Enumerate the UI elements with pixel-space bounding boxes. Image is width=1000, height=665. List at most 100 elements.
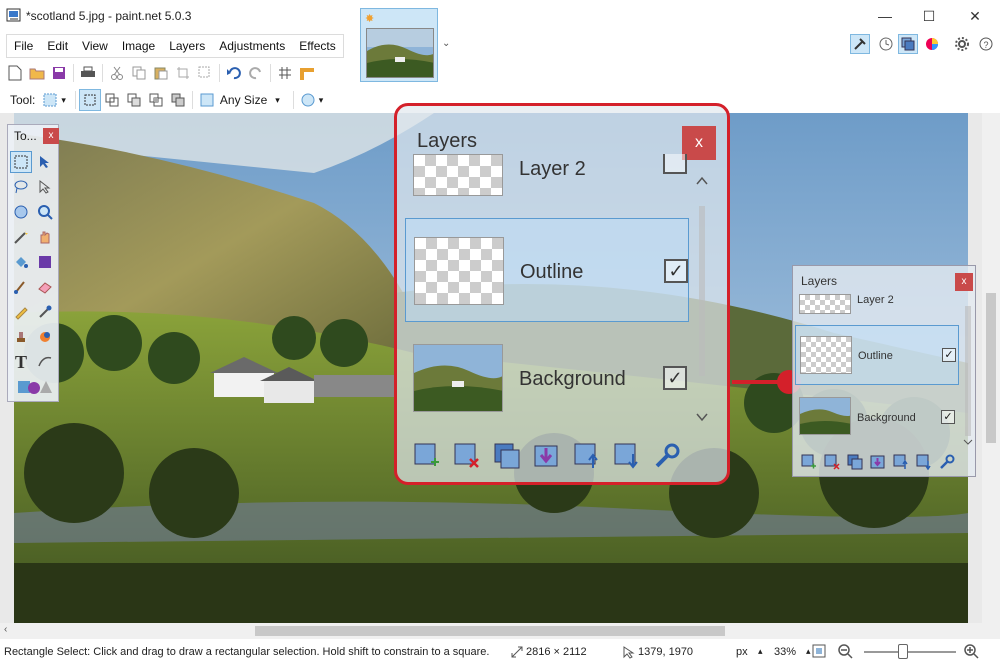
new-file-icon[interactable] — [4, 62, 26, 84]
layers-scrollbar-small[interactable] — [961, 296, 975, 450]
horizontal-scrollbar[interactable]: ‹ — [0, 623, 1000, 639]
zoom-slider-thumb[interactable] — [898, 644, 908, 659]
selection-mode-xor-icon[interactable] — [167, 89, 189, 111]
grid-icon[interactable] — [274, 62, 296, 84]
menu-view[interactable]: View — [75, 35, 115, 57]
move-layer-down-icon[interactable] — [607, 438, 647, 474]
units-select[interactable]: px — [736, 646, 748, 658]
antialias-icon[interactable] — [297, 89, 319, 111]
menu-effects[interactable]: Effects — [292, 35, 342, 57]
shapes-icon[interactable] — [14, 376, 54, 398]
horizontal-scroll-thumb[interactable] — [255, 626, 725, 636]
layer-row-outline-small[interactable]: Outline ✓ — [795, 325, 959, 385]
zoom-in-icon[interactable] — [964, 644, 980, 660]
help-icon[interactable]: ? — [976, 34, 996, 54]
paint-bucket-icon[interactable] — [10, 251, 32, 273]
zoom-slider-track[interactable] — [864, 651, 956, 653]
gradient-icon[interactable] — [34, 251, 56, 273]
add-layer-icon[interactable] — [407, 438, 447, 474]
settings-gear-icon[interactable] — [952, 34, 972, 54]
eraser-icon[interactable] — [34, 276, 56, 298]
minimize-button[interactable]: — — [862, 0, 908, 32]
history-icon[interactable] — [876, 34, 896, 54]
tools-window-close-button[interactable]: x — [43, 128, 59, 144]
layer-row-layer2-small[interactable]: Layer 2 — [795, 272, 959, 326]
fit-window-icon[interactable] — [812, 644, 826, 658]
rectangle-select-icon[interactable] — [10, 151, 32, 173]
pencil-icon[interactable] — [10, 301, 32, 323]
color-picker-icon[interactable] — [34, 301, 56, 323]
layer-visibility-checkbox[interactable]: ✓ — [663, 366, 687, 390]
delete-layer-icon[interactable] — [447, 438, 487, 474]
vertical-scrollbar[interactable] — [982, 113, 1000, 623]
image-tab[interactable]: ✸ — [360, 8, 438, 82]
tool-dropdown-icon[interactable]: ▾ — [61, 95, 66, 106]
undo-icon[interactable] — [223, 62, 245, 84]
delete-layer-icon[interactable] — [820, 452, 843, 472]
lasso-select-icon[interactable] — [10, 176, 32, 198]
move-selected-icon[interactable] — [34, 151, 56, 173]
move-layer-up-icon[interactable] — [567, 438, 607, 474]
menu-edit[interactable]: Edit — [40, 35, 75, 57]
zoom-out-icon[interactable] — [838, 644, 854, 660]
selection-mode-union-icon[interactable] — [101, 89, 123, 111]
add-layer-icon[interactable] — [797, 452, 820, 472]
ruler-icon[interactable] — [296, 62, 318, 84]
scroll-left-icon[interactable]: ‹ — [4, 624, 7, 635]
layer-visibility-checkbox[interactable]: ✓ — [664, 259, 688, 283]
magic-wand-icon[interactable] — [10, 226, 32, 248]
close-button[interactable]: ✕ — [952, 0, 998, 32]
deselect-icon[interactable] — [194, 62, 216, 84]
selection-mode-intersect-icon[interactable] — [145, 89, 167, 111]
layer-visibility-checkbox[interactable]: ✓ — [941, 410, 955, 424]
menu-layers[interactable]: Layers — [162, 35, 212, 57]
layer-row-layer2[interactable]: Layer 2 — [405, 110, 689, 210]
size-mode-select[interactable]: Any Size — [220, 93, 267, 107]
copy-icon[interactable] — [128, 62, 150, 84]
current-tool-icon[interactable] — [39, 89, 61, 111]
pan-hand-icon[interactable] — [34, 226, 56, 248]
cut-icon[interactable] — [106, 62, 128, 84]
selection-mode-replace-icon[interactable] — [78, 89, 101, 111]
move-selection-icon[interactable] — [34, 176, 56, 198]
layer-visibility-checkbox[interactable]: ✓ — [942, 348, 956, 362]
text-tool-icon[interactable]: T — [10, 351, 32, 373]
size-mode-dropdown-icon[interactable]: ▾ — [275, 95, 280, 106]
layers-scrollbar[interactable] — [693, 166, 711, 432]
menu-file[interactable]: File — [7, 35, 40, 57]
image-list-dropdown-icon[interactable]: ⌄ — [442, 38, 450, 49]
colors-icon[interactable] — [922, 34, 942, 54]
layer-visibility-checkbox[interactable] — [663, 154, 687, 174]
recolor-icon[interactable] — [34, 326, 56, 348]
antialias-dropdown-icon[interactable]: ▾ — [319, 95, 324, 106]
line-curve-icon[interactable] — [34, 351, 56, 373]
maximize-button[interactable]: ☐ — [906, 0, 952, 32]
crop-icon[interactable] — [172, 62, 194, 84]
selection-mode-exclude-icon[interactable] — [123, 89, 145, 111]
clone-stamp-icon[interactable] — [10, 326, 32, 348]
zoom-icon[interactable] — [34, 201, 56, 223]
ellipse-select-icon[interactable] — [10, 201, 32, 223]
print-icon[interactable] — [77, 62, 99, 84]
paintbrush-icon[interactable] — [10, 276, 32, 298]
duplicate-layer-icon[interactable] — [843, 452, 866, 472]
menu-adjustments[interactable]: Adjustments — [212, 35, 292, 57]
layers-toggle-icon[interactable] — [898, 34, 918, 54]
redo-icon[interactable] — [245, 62, 267, 84]
tools-toggle-icon[interactable] — [850, 34, 870, 54]
zoom-dropdown-icon[interactable]: ▴ — [806, 646, 811, 657]
layer-properties-wrench-icon[interactable] — [935, 452, 958, 472]
paste-icon[interactable] — [150, 62, 172, 84]
vertical-scroll-thumb[interactable] — [986, 293, 996, 443]
layer-properties-wrench-icon[interactable] — [647, 438, 687, 474]
move-layer-down-icon[interactable] — [912, 452, 935, 472]
zoom-level[interactable]: 33% — [774, 646, 796, 658]
menu-image[interactable]: Image — [115, 35, 162, 57]
layer-row-background[interactable]: Background ✓ — [405, 326, 689, 430]
move-layer-up-icon[interactable] — [889, 452, 912, 472]
duplicate-layer-icon[interactable] — [487, 438, 527, 474]
merge-layer-down-icon[interactable] — [866, 452, 889, 472]
save-icon[interactable] — [48, 62, 70, 84]
layer-row-outline[interactable]: Outline ✓ — [405, 218, 689, 322]
selection-size-icon[interactable] — [196, 89, 218, 111]
